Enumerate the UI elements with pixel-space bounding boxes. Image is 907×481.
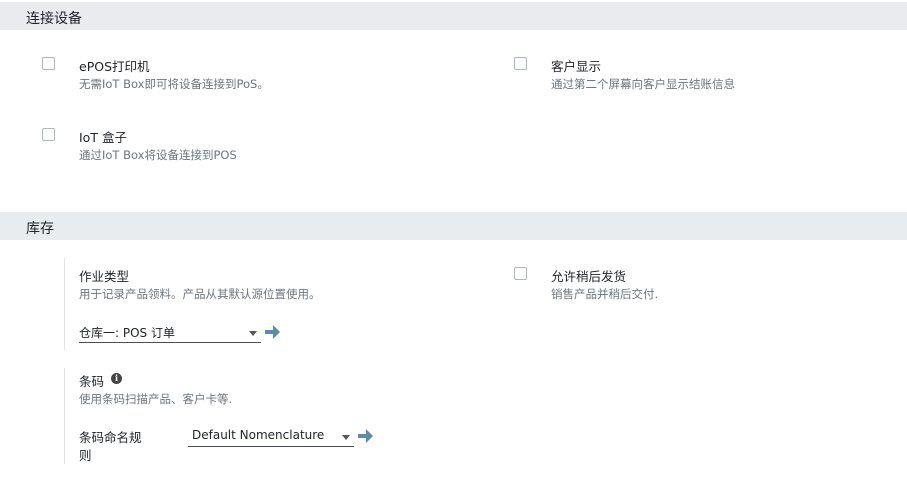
left-pane-divider	[64, 368, 65, 464]
iot-box-checkbox[interactable]	[42, 128, 55, 141]
customer-display-label: 客户显示	[551, 59, 602, 74]
epos-printer-checkbox[interactable]	[42, 57, 55, 70]
left-pane-divider	[64, 258, 65, 350]
barcode-nomenclature-label: 条码命名规	[79, 430, 142, 445]
arrow-right-icon[interactable]	[357, 428, 374, 444]
barcode-description: 使用条码扫描产品、客户卡等.	[79, 392, 233, 406]
section-header-inventory: 库存	[0, 212, 907, 240]
ship-later-description: 销售产品并稍后交付.	[551, 287, 659, 301]
epos-printer-label: ePOS打印机	[79, 59, 150, 74]
operation-type-value: 仓库一: POS 订单	[79, 326, 175, 340]
barcode-nomenclature-value: Default Nomenclature	[192, 428, 325, 442]
operation-type-label: 作业类型	[79, 269, 130, 284]
barcode-nomenclature-select[interactable]: Default Nomenclature	[188, 426, 354, 447]
section-title: 库存	[26, 221, 54, 237]
chevron-down-icon	[249, 331, 257, 336]
barcode-label: 条码	[79, 374, 105, 389]
iot-box-description: 通过IoT Box将设备连接到POS	[79, 148, 237, 162]
customer-display-description: 通过第二个屏幕向客户显示结账信息	[551, 77, 735, 91]
section-title: 连接设备	[26, 11, 82, 27]
operation-type-select[interactable]: 仓库一: POS 订单	[79, 322, 261, 343]
iot-box-label: IoT 盒子	[79, 130, 127, 145]
barcode-nomenclature-label-cont: 则	[79, 448, 92, 463]
epos-printer-description: 无需IoT Box即可将设备连接到PoS。	[79, 77, 269, 91]
ship-later-label: 允许稍后发货	[551, 269, 627, 284]
ship-later-checkbox[interactable]	[514, 267, 527, 280]
section-header-connect-devices: 连接设备	[0, 2, 907, 30]
operation-type-description: 用于记录产品领料。产品从其默认源位置使用。	[79, 287, 321, 301]
chevron-down-icon	[342, 435, 350, 440]
customer-display-checkbox[interactable]	[514, 57, 527, 70]
info-icon[interactable]: i	[111, 373, 122, 384]
arrow-right-icon[interactable]	[264, 324, 281, 340]
